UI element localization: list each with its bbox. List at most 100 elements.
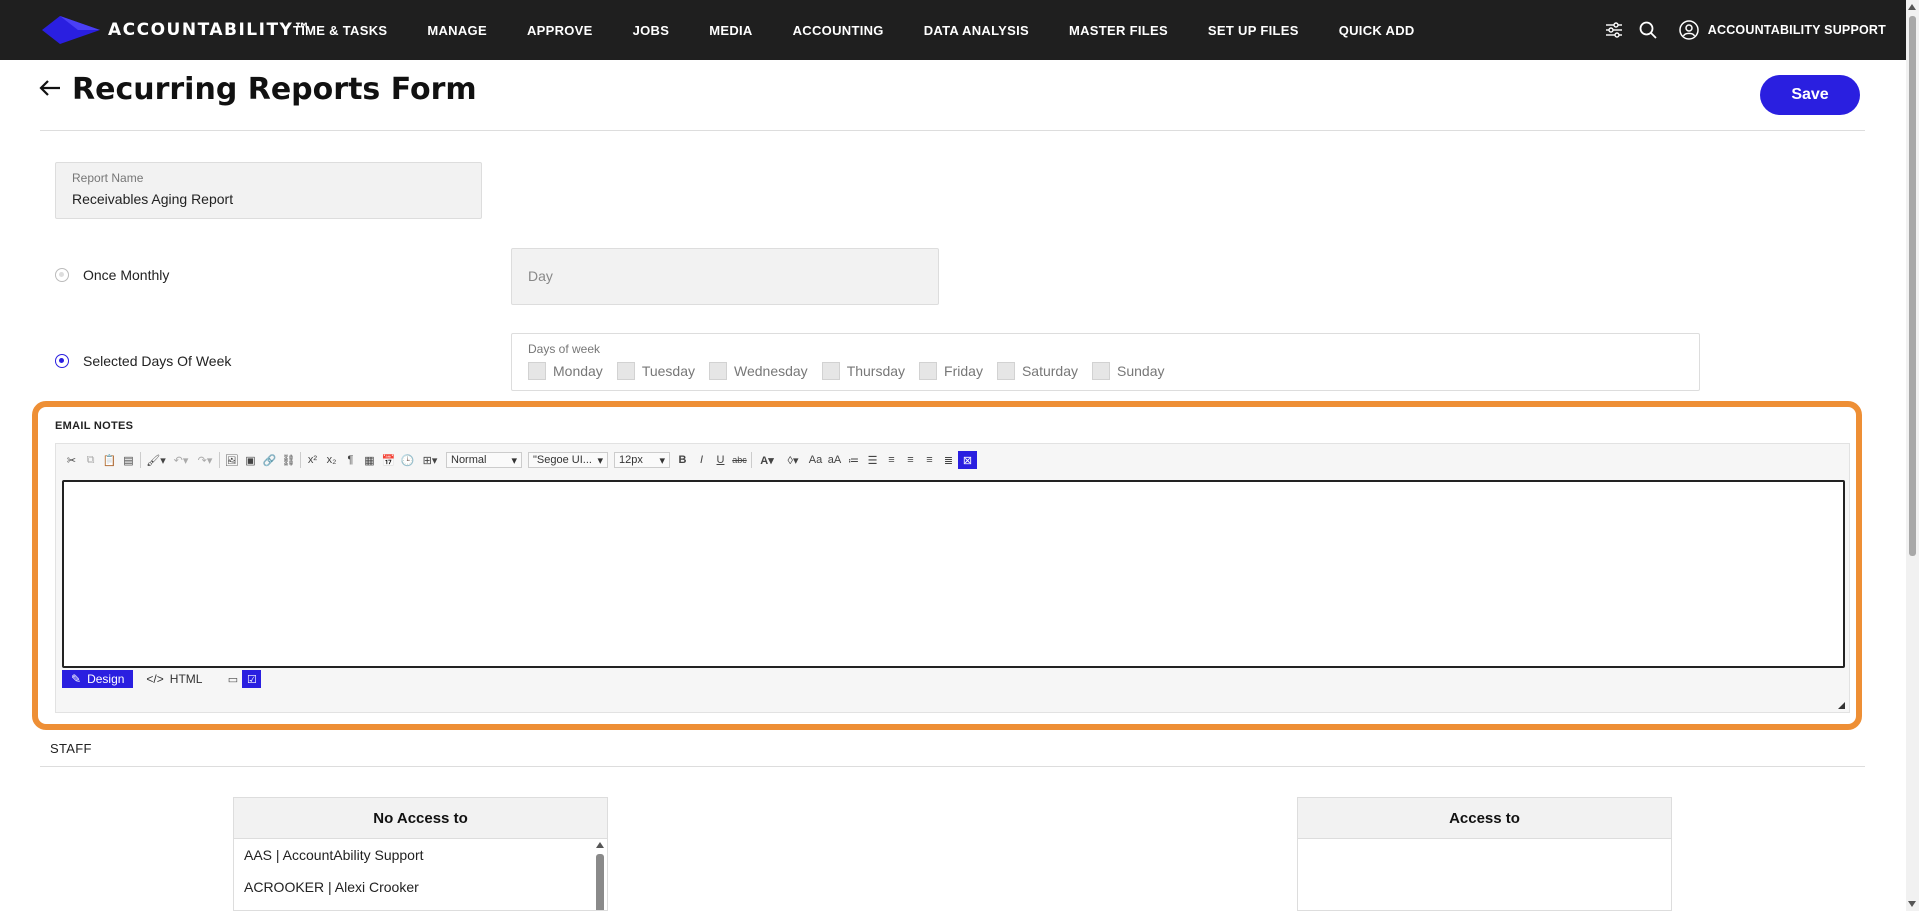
nav-accounting[interactable]: ACCOUNTING (793, 23, 884, 38)
user-menu[interactable]: ACCOUNTABILITY SUPPORT (1679, 20, 1886, 40)
align-left-icon[interactable]: ≡ (882, 451, 901, 469)
day-field[interactable]: Day (511, 248, 939, 305)
bold-icon[interactable]: B (673, 451, 692, 469)
cut-icon[interactable]: ✂ (62, 451, 81, 469)
font-size-select[interactable]: 12px ▾ (614, 452, 670, 468)
convert-lower-icon[interactable]: Aa (806, 451, 825, 469)
format-stripper-icon[interactable]: ⊠ (958, 451, 977, 469)
paragraph-style-select[interactable]: Normal ▾ (446, 452, 522, 468)
strikethrough-icon[interactable]: abc (730, 451, 749, 469)
once-monthly-radio[interactable] (55, 268, 69, 282)
day-checkbox[interactable] (919, 362, 938, 380)
table-icon[interactable]: ⊞▾ (417, 451, 443, 469)
italic-icon[interactable]: I (692, 451, 711, 469)
link-icon[interactable]: 🔗 (260, 451, 279, 469)
paragraph-icon[interactable]: ¶ (341, 451, 360, 469)
day-monday[interactable]: Monday (528, 362, 603, 380)
user-label: ACCOUNTABILITY SUPPORT (1707, 23, 1886, 37)
copy-icon[interactable]: ⧉ (81, 451, 100, 469)
format-painter-icon[interactable]: 🖌▾ (143, 451, 169, 469)
list-item[interactable]: AAS | AccountAbility Support (234, 839, 607, 871)
email-notes-editor-area[interactable] (62, 480, 1845, 668)
day-checkbox[interactable] (528, 362, 546, 380)
redo-icon[interactable]: ↷▾ (193, 451, 217, 469)
image-manager-icon[interactable]: ▣ (241, 451, 260, 469)
subscript-icon[interactable]: x₂ (322, 451, 341, 469)
day-tuesday[interactable]: Tuesday (616, 362, 695, 380)
highlight-color-icon[interactable]: ◊▾ (780, 451, 806, 469)
day-checkbox[interactable] (996, 362, 1015, 380)
special-chars-icon[interactable]: ▦ (360, 451, 379, 469)
nav-quick-add[interactable]: QUICK ADD (1339, 23, 1415, 38)
nav-time-tasks[interactable]: TIME & TASKS (293, 23, 387, 38)
superscript-icon[interactable]: x² (303, 451, 322, 469)
align-right-icon[interactable]: ≡ (920, 451, 939, 469)
logo[interactable]: ACCOUNTABILITY™ (42, 15, 312, 45)
access-listbox: Access to (1297, 797, 1672, 911)
track-changes-icon[interactable]: ☑ (242, 670, 262, 688)
day-checkbox[interactable] (616, 362, 635, 380)
list-item[interactable]: ACROOKER | Alexi Crooker (234, 871, 607, 903)
paste-icon[interactable]: 📋 (100, 451, 119, 469)
undo-icon[interactable]: ↶▾ (169, 451, 193, 469)
day-checkbox[interactable] (1092, 362, 1110, 380)
page-scrollbar[interactable] (1906, 0, 1919, 911)
nav-media[interactable]: MEDIA (709, 23, 752, 38)
day-wednesday[interactable]: Wednesday (709, 362, 808, 380)
ordered-list-icon[interactable]: ≔ (844, 451, 863, 469)
toolbar-divider (140, 452, 141, 468)
insert-date-icon[interactable]: 📅 (379, 451, 398, 469)
filter-sliders-icon[interactable] (1605, 22, 1623, 38)
underline-icon[interactable]: U (711, 451, 730, 469)
design-mode-tab[interactable]: ✎ Design (62, 670, 134, 688)
save-button[interactable]: Save (1760, 75, 1860, 115)
unordered-list-icon[interactable]: ☰ (863, 451, 882, 469)
listbox-scrollbar[interactable] (595, 840, 605, 910)
pencil-icon: ✎ (71, 672, 82, 686)
selected-days-radio[interactable] (55, 354, 69, 368)
html-mode-tab[interactable]: </> HTML (137, 670, 211, 688)
day-placeholder: Day (528, 268, 553, 284)
insert-time-icon[interactable]: 🕒 (398, 451, 417, 469)
day-checkbox[interactable] (709, 362, 727, 380)
nav-set-up-files[interactable]: SET UP FILES (1208, 23, 1299, 38)
convert-upper-icon[interactable]: aA (825, 451, 844, 469)
image-icon[interactable]: 🖼 (222, 451, 241, 469)
scroll-up-icon[interactable] (596, 842, 604, 848)
html-mode-label: HTML (169, 672, 203, 686)
day-label: Tuesday (641, 363, 695, 379)
scroll-down-icon[interactable] (1908, 901, 1916, 907)
nav-manage[interactable]: MANAGE (427, 23, 487, 38)
report-name-value[interactable]: Receivables Aging Report (72, 191, 233, 207)
day-sunday[interactable]: Sunday (1092, 362, 1164, 380)
font-name-select[interactable]: "Segoe UI... ▾ (528, 452, 608, 468)
report-name-field[interactable]: Report Name Receivables Aging Report (55, 162, 482, 219)
search-icon[interactable] (1639, 21, 1657, 39)
top-right-actions: ACCOUNTABILITY SUPPORT (1589, 0, 1886, 60)
align-center-icon[interactable]: ≡ (901, 451, 920, 469)
day-friday[interactable]: Friday (919, 362, 983, 380)
brand-logo-icon (42, 16, 100, 44)
resize-handle-icon[interactable] (1838, 702, 1845, 709)
nav-data-analysis[interactable]: DATA ANALYSIS (924, 23, 1029, 38)
day-checkbox[interactable] (821, 362, 840, 380)
access-header: Access to (1298, 798, 1671, 839)
preview-icon[interactable]: ▭ (223, 670, 242, 688)
scrollbar-thumb[interactable] (1909, 16, 1916, 556)
scrollbar-thumb[interactable] (596, 854, 604, 910)
editor-mode-tabs: ✎ Design </> HTML ▭ ☑ (62, 669, 262, 689)
nav-jobs[interactable]: JOBS (633, 23, 670, 38)
toolbar-divider (300, 452, 301, 468)
back-arrow-icon[interactable] (38, 78, 62, 103)
paste-plain-icon[interactable]: ▤ (119, 451, 138, 469)
day-saturday[interactable]: Saturday (996, 362, 1078, 380)
align-justify-icon[interactable]: ≣ (939, 451, 958, 469)
scroll-up-icon[interactable] (1908, 4, 1916, 10)
unlink-icon[interactable]: ⛓ (279, 451, 298, 469)
nav-master-files[interactable]: MASTER FILES (1069, 23, 1168, 38)
font-color-icon[interactable]: A▾ (754, 451, 780, 469)
day-thursday[interactable]: Thursday (821, 362, 905, 380)
days-of-week-list: Monday Tuesday Wednesday Thursday Friday… (528, 362, 1178, 380)
selected-days-label: Selected Days Of Week (83, 353, 232, 369)
nav-approve[interactable]: APPROVE (527, 23, 593, 38)
